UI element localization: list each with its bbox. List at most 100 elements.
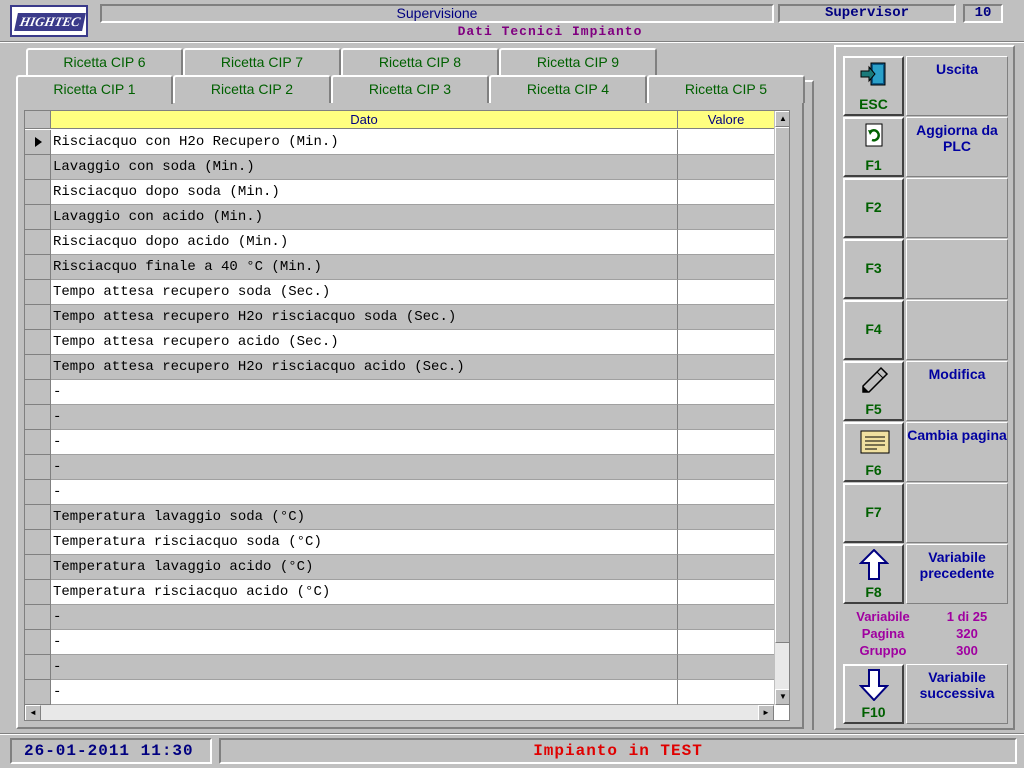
table-row[interactable]: Temperatura lavaggio soda (°C) <box>25 505 774 530</box>
f10-button[interactable]: F10 <box>843 664 904 724</box>
table-row[interactable]: Risciacquo con H2o Recupero (Min.) <box>25 130 774 155</box>
row-selector[interactable] <box>25 230 51 255</box>
cell-dato[interactable]: Tempo attesa recupero H2o risciacquo sod… <box>51 305 678 330</box>
table-row[interactable]: - <box>25 680 774 705</box>
cell-dato[interactable]: - <box>51 605 678 630</box>
row-selector[interactable] <box>25 580 51 605</box>
row-selector[interactable] <box>25 255 51 280</box>
tab-ricetta-cip-3[interactable]: Ricetta CIP 3 <box>331 75 489 103</box>
cell-valore[interactable] <box>678 580 774 605</box>
f8-button[interactable]: F8 <box>843 544 904 604</box>
cell-valore[interactable] <box>678 230 774 255</box>
cell-valore[interactable] <box>678 280 774 305</box>
cell-dato[interactable]: - <box>51 380 678 405</box>
table-row[interactable]: Risciacquo dopo soda (Min.) <box>25 180 774 205</box>
cell-dato[interactable]: Temperatura risciacquo soda (°C) <box>51 530 678 555</box>
scroll-left-button[interactable]: ◄ <box>25 705 41 720</box>
cell-valore[interactable] <box>678 355 774 380</box>
row-selector[interactable] <box>25 655 51 680</box>
table-row[interactable]: Temperatura lavaggio acido (°C) <box>25 555 774 580</box>
cell-dato[interactable]: - <box>51 430 678 455</box>
row-selector[interactable] <box>25 505 51 530</box>
row-selector[interactable] <box>25 130 51 155</box>
table-row[interactable]: - <box>25 630 774 655</box>
row-selector[interactable] <box>25 530 51 555</box>
f3-button[interactable]: F3 <box>843 239 904 299</box>
cell-dato[interactable]: - <box>51 480 678 505</box>
cell-dato[interactable]: Risciacquo finale a 40 °C (Min.) <box>51 255 678 280</box>
row-selector[interactable] <box>25 380 51 405</box>
table-row[interactable]: - <box>25 605 774 630</box>
row-selector[interactable] <box>25 455 51 480</box>
cell-valore[interactable] <box>678 680 774 705</box>
table-row[interactable]: Tempo attesa recupero acido (Sec.) <box>25 330 774 355</box>
horizontal-scrollbar[interactable]: ◄ ► <box>25 705 774 720</box>
cell-dato[interactable]: - <box>51 405 678 430</box>
f2-button[interactable]: F2 <box>843 178 904 238</box>
table-row[interactable]: - <box>25 380 774 405</box>
f5-button[interactable]: F5 <box>843 361 904 421</box>
vertical-scrollbar[interactable]: ▲ ▼ <box>774 111 789 705</box>
cell-valore[interactable] <box>678 180 774 205</box>
table-row[interactable]: Tempo attesa recupero H2o risciacquo aci… <box>25 355 774 380</box>
row-selector[interactable] <box>25 155 51 180</box>
row-selector[interactable] <box>25 330 51 355</box>
esc-button[interactable]: ESC <box>843 56 904 116</box>
scroll-thumb[interactable] <box>775 127 789 643</box>
cell-valore[interactable] <box>678 405 774 430</box>
f1-button[interactable]: F1 <box>843 117 904 177</box>
tab-ricetta-cip-5[interactable]: Ricetta CIP 5 <box>647 75 805 103</box>
cell-dato[interactable]: Temperatura lavaggio soda (°C) <box>51 505 678 530</box>
cell-dato[interactable]: Risciacquo con H2o Recupero (Min.) <box>51 130 678 155</box>
scroll-down-button[interactable]: ▼ <box>775 689 789 705</box>
tab-ricetta-cip-8[interactable]: Ricetta CIP 8 <box>341 48 499 76</box>
row-selector[interactable] <box>25 555 51 580</box>
table-row[interactable]: - <box>25 455 774 480</box>
table-row[interactable]: Risciacquo finale a 40 °C (Min.) <box>25 255 774 280</box>
table-row[interactable]: Tempo attesa recupero H2o risciacquo sod… <box>25 305 774 330</box>
cell-dato[interactable]: Risciacquo dopo soda (Min.) <box>51 180 678 205</box>
cell-valore[interactable] <box>678 630 774 655</box>
cell-valore[interactable] <box>678 255 774 280</box>
cell-valore[interactable] <box>678 205 774 230</box>
scroll-right-button[interactable]: ► <box>758 705 774 720</box>
cell-dato[interactable]: - <box>51 655 678 680</box>
table-row[interactable]: Risciacquo dopo acido (Min.) <box>25 230 774 255</box>
row-selector[interactable] <box>25 355 51 380</box>
tab-ricetta-cip-7[interactable]: Ricetta CIP 7 <box>183 48 341 76</box>
row-selector[interactable] <box>25 405 51 430</box>
cell-valore[interactable] <box>678 155 774 180</box>
cell-valore[interactable] <box>678 305 774 330</box>
row-selector[interactable] <box>25 480 51 505</box>
table-row[interactable]: Temperatura risciacquo acido (°C) <box>25 580 774 605</box>
scroll-up-button[interactable]: ▲ <box>775 111 789 127</box>
tab-ricetta-cip-2[interactable]: Ricetta CIP 2 <box>173 75 331 103</box>
cell-valore[interactable] <box>678 605 774 630</box>
cell-dato[interactable]: Lavaggio con soda (Min.) <box>51 155 678 180</box>
cell-dato[interactable]: - <box>51 680 678 705</box>
cell-valore[interactable] <box>678 655 774 680</box>
cell-dato[interactable]: Tempo attesa recupero acido (Sec.) <box>51 330 678 355</box>
row-selector[interactable] <box>25 205 51 230</box>
cell-dato[interactable]: - <box>51 630 678 655</box>
cell-valore[interactable] <box>678 330 774 355</box>
cell-dato[interactable]: Tempo attesa recupero soda (Sec.) <box>51 280 678 305</box>
row-selector[interactable] <box>25 430 51 455</box>
cell-dato[interactable]: - <box>51 455 678 480</box>
tab-ricetta-cip-6[interactable]: Ricetta CIP 6 <box>26 48 183 76</box>
cell-dato[interactable]: Tempo attesa recupero H2o risciacquo aci… <box>51 355 678 380</box>
row-selector[interactable] <box>25 180 51 205</box>
column-header-valore[interactable]: Valore <box>678 111 774 129</box>
cell-dato[interactable]: Temperatura risciacquo acido (°C) <box>51 580 678 605</box>
table-row[interactable]: Tempo attesa recupero soda (Sec.) <box>25 280 774 305</box>
cell-valore[interactable] <box>678 505 774 530</box>
f7-button[interactable]: F7 <box>843 483 904 543</box>
row-selector[interactable] <box>25 680 51 705</box>
cell-valore[interactable] <box>678 480 774 505</box>
table-row[interactable]: Temperatura risciacquo soda (°C) <box>25 530 774 555</box>
cell-valore[interactable] <box>678 455 774 480</box>
row-selector[interactable] <box>25 605 51 630</box>
cell-valore[interactable] <box>678 555 774 580</box>
table-row[interactable]: - <box>25 655 774 680</box>
cell-valore[interactable] <box>678 380 774 405</box>
